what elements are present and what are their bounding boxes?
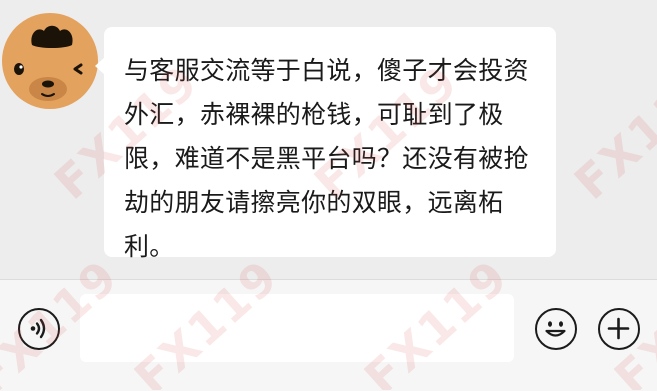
message-text: 与客服交流等于白说，傻子才会投资外汇，赤裸裸的枪钱，可耻到了极限，难道不是黑平台… bbox=[124, 56, 529, 261]
message-bubble[interactable]: 与客服交流等于白说，傻子才会投资外汇，赤裸裸的枪钱，可耻到了极限，难道不是黑平台… bbox=[95, 27, 556, 261]
input-bar bbox=[0, 279, 657, 391]
bear-face-icon bbox=[14, 25, 83, 101]
emoji-icon bbox=[545, 321, 566, 337]
message-input[interactable] bbox=[80, 294, 514, 362]
voice-icon bbox=[30, 318, 46, 339]
emoji-button[interactable] bbox=[535, 308, 577, 350]
plus-button[interactable] bbox=[598, 308, 640, 350]
avatar[interactable] bbox=[2, 13, 98, 109]
plus-icon bbox=[607, 317, 630, 340]
chat-area: 与客服交流等于白说，傻子才会投资外汇，赤裸裸的枪钱，可耻到了极限，难道不是黑平台… bbox=[0, 0, 657, 279]
voice-button[interactable] bbox=[18, 308, 60, 350]
